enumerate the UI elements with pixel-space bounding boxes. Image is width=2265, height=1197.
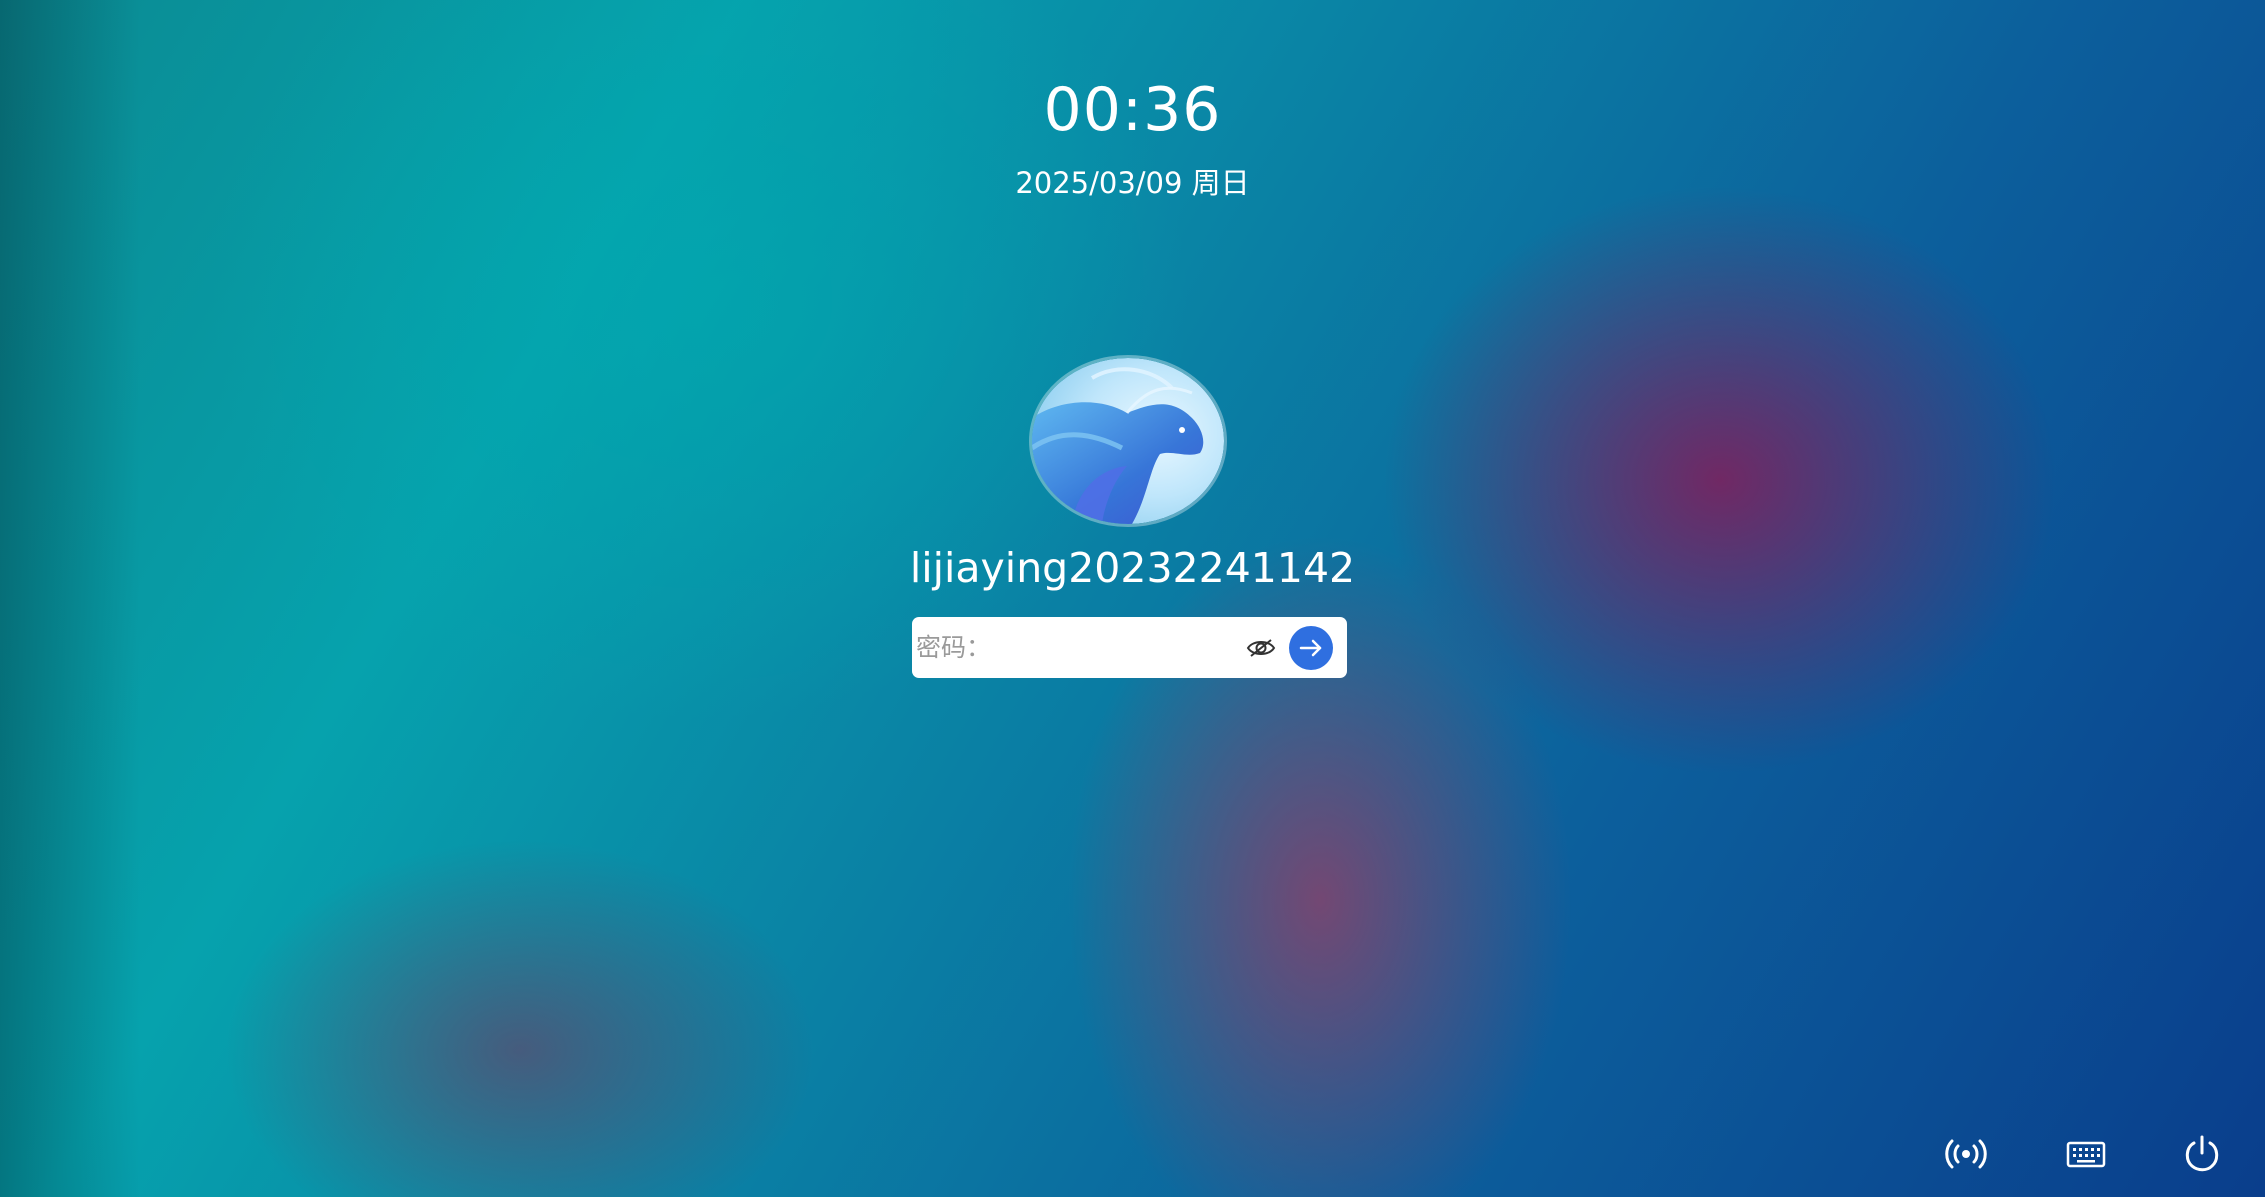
user-avatar[interactable] <box>1032 358 1224 524</box>
arrow-right-icon <box>1299 639 1322 657</box>
username-label: lijiaying20232241142 <box>909 544 1356 592</box>
eye-slash-icon[interactable] <box>1245 632 1277 664</box>
network-wireless-icon[interactable] <box>1944 1134 1988 1174</box>
clock-date: 2025/03/09 周日 <box>1015 166 1250 200</box>
submit-button[interactable] <box>1289 626 1333 670</box>
password-input[interactable] <box>916 617 1246 678</box>
clock-time: 00:36 <box>1043 75 1222 145</box>
dragon-avatar-icon <box>1032 358 1224 524</box>
password-field-container <box>912 617 1347 678</box>
power-icon[interactable] <box>2180 1134 2224 1174</box>
keyboard-icon[interactable] <box>2064 1134 2108 1174</box>
